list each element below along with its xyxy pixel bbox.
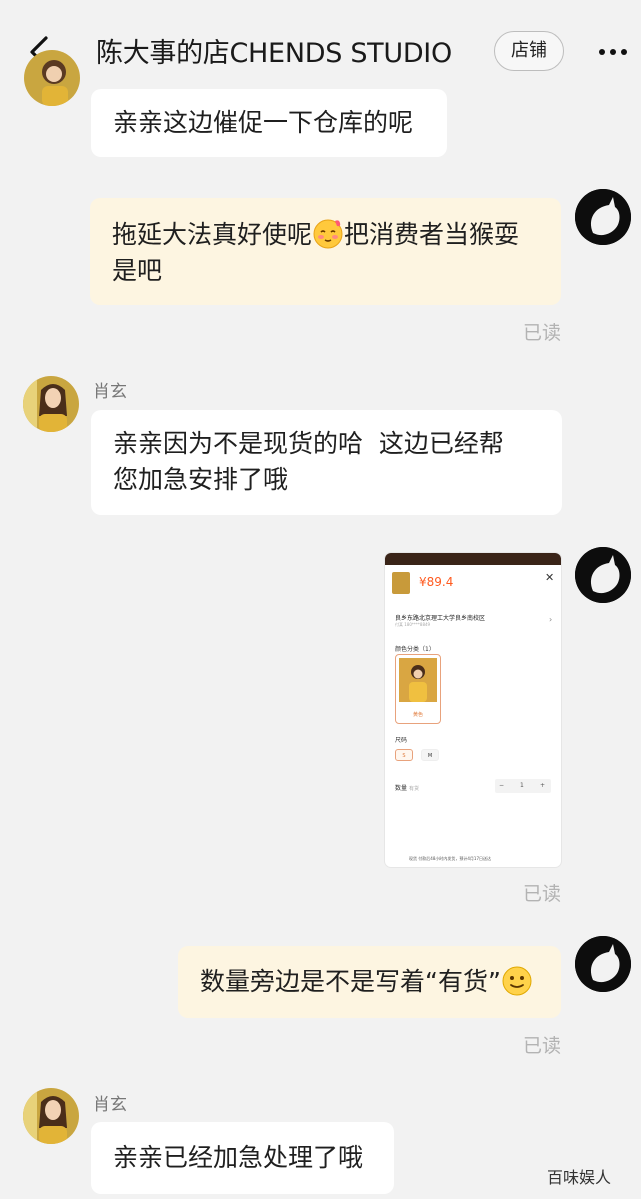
color-option: 黄色: [395, 654, 441, 724]
shop-title: 陈大事的店CHENDS STUDIO: [96, 38, 452, 69]
message-bubble-outgoing: 拖延大法真好使呢 把消费者当猴耍 是吧: [90, 198, 561, 305]
message-bubble-outgoing: 数量旁边是不是写着“有货”: [178, 946, 561, 1018]
my-avatar[interactable]: [575, 547, 631, 603]
message-text: 亲亲这边催促一下仓库的呢: [113, 108, 414, 137]
product-price: ¥89.4: [419, 575, 454, 589]
message-text-line2: 您加急安排了哦: [113, 465, 289, 494]
read-status: 已读: [523, 1035, 562, 1057]
watermark: 百味娱人: [547, 1168, 612, 1187]
quantity-label: 数量 有货: [395, 783, 419, 792]
screenshot-header-bar: [385, 553, 561, 565]
size-option: S: [395, 749, 413, 761]
sender-name: 肖玄: [93, 382, 127, 402]
seller-avatar[interactable]: [24, 50, 80, 106]
quantity-value: 1: [520, 782, 524, 789]
stock-note: 有货: [408, 786, 419, 792]
quantity-label-text: 数量: [395, 785, 408, 792]
my-avatar[interactable]: [575, 936, 631, 992]
size-option: M: [421, 749, 439, 761]
message-text: 拖延大法真好使呢: [112, 220, 313, 249]
blushing-face-icon: [313, 219, 343, 249]
read-status: 已读: [523, 883, 562, 905]
message-bubble-incoming: 亲亲已经加急处理了哦: [91, 1122, 394, 1194]
my-avatar[interactable]: [575, 189, 631, 245]
color-option-image: [399, 658, 437, 702]
seller-avatar[interactable]: [23, 376, 79, 432]
close-icon: ✕: [545, 571, 555, 584]
product-thumbnail: [392, 572, 410, 594]
slight-smile-icon: [502, 966, 532, 996]
order-screenshot-image[interactable]: ¥89.4 ✕ 良乡东路北京理工大学良乡南校区 付某 180****8849 ›…: [385, 553, 561, 867]
message-text: 亲亲因为不是现货的哈 这边已经帮: [113, 429, 504, 458]
size-label: 尺码: [395, 737, 408, 744]
shipping-address: 良乡东路北京理工大学良乡南校区: [395, 615, 486, 622]
read-status: 已读: [523, 322, 562, 344]
quantity-stepper: − 1 +: [495, 779, 551, 793]
seller-avatar[interactable]: [23, 1088, 79, 1144]
delivery-note: 现货 付款后48小时内发货，预计4月17日送达: [409, 856, 491, 861]
chevron-right-icon: ›: [549, 615, 553, 624]
color-label: 颜色分类（1）: [395, 646, 435, 653]
message-text: 亲亲已经加急处理了哦: [113, 1143, 364, 1172]
color-option-label: 黄色: [412, 712, 423, 718]
message-text: 数量旁边是不是写着“有货”: [200, 967, 501, 996]
message-text-line2: 是吧: [112, 256, 163, 285]
message-bubble-incoming: 亲亲这边催促一下仓库的呢: [91, 89, 447, 157]
message-bubble-incoming: 亲亲因为不是现货的哈 这边已经帮 您加急安排了哦: [91, 410, 562, 515]
sender-name: 肖玄: [93, 1095, 127, 1115]
more-dots-icon[interactable]: [598, 48, 628, 56]
shop-button[interactable]: 店铺: [494, 31, 564, 71]
chat-header: 陈大事的店CHENDS STUDIO 店铺: [0, 0, 641, 100]
shipping-contact: 付某 180****8849: [395, 622, 431, 627]
message-text-cont: 把消费者当猴耍: [344, 220, 520, 249]
